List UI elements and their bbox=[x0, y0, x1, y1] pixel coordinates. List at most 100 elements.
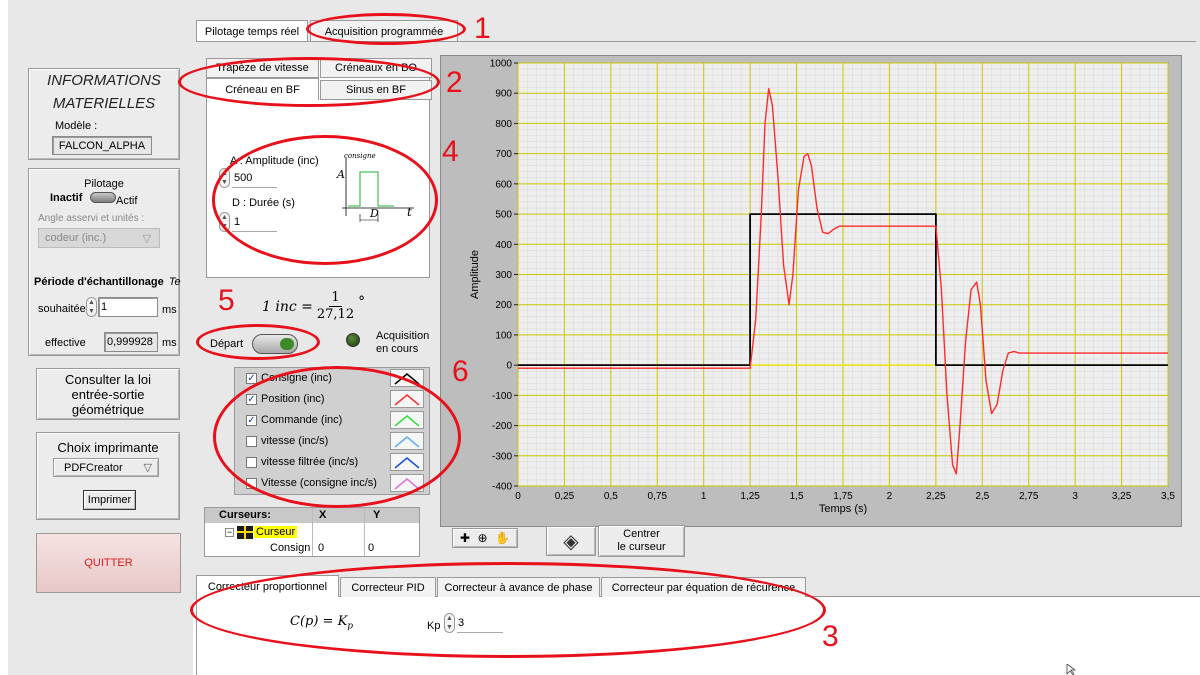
x-tick-label: 3 bbox=[1072, 491, 1078, 502]
quit-button[interactable]: QUITTER bbox=[36, 533, 181, 593]
consult-law-button[interactable]: Consulter la loi entrée-sortie géométriq… bbox=[36, 368, 180, 420]
desired-input[interactable]: 1 bbox=[98, 297, 158, 317]
legend-checkbox[interactable]: ✓ bbox=[246, 372, 257, 384]
pilotage-title: Pilotage bbox=[84, 178, 124, 190]
sketch-caption: consigne bbox=[344, 152, 376, 160]
amplitude-input[interactable]: 500 bbox=[232, 170, 277, 188]
cursor-crosshair-icon bbox=[237, 526, 253, 539]
graph-tools-palette: ✚ ⊕ ✋ bbox=[452, 528, 518, 548]
desired-spinner[interactable]: ▲ ▼ bbox=[86, 297, 97, 317]
y-tick-label: -200 bbox=[492, 421, 512, 432]
annotation-number-4: 4 bbox=[442, 135, 459, 168]
legend-row-vitesse-filtree[interactable]: vitesse filtrée (inc/s) bbox=[236, 452, 426, 472]
legend-swatch[interactable] bbox=[390, 369, 424, 387]
y-tick-label: 0 bbox=[506, 361, 512, 372]
crosshair-tool-icon[interactable]: ✚ bbox=[460, 531, 470, 545]
duration-label: D : Durée (s) bbox=[232, 197, 295, 209]
acquisition-label: Acquisition en cours bbox=[376, 330, 430, 355]
x-tick-label: 1,75 bbox=[833, 491, 853, 502]
cursor-row-y[interactable]: 0 bbox=[368, 542, 374, 554]
tab-creneau-bf[interactable]: Créneau en BF bbox=[206, 78, 319, 100]
depart-toggle[interactable] bbox=[252, 334, 298, 354]
cursor-row-x[interactable]: 0 bbox=[318, 542, 324, 554]
legend-row-vitesse-consigne[interactable]: Vitesse (consigne inc/s) bbox=[236, 473, 426, 493]
cursor-row-label: Consign bbox=[270, 542, 311, 554]
legend-swatch[interactable] bbox=[390, 453, 424, 471]
formula-denominator: 27,12 bbox=[316, 307, 355, 322]
duration-spinner[interactable]: ▲ ▼ bbox=[219, 212, 230, 232]
mouse-pointer-icon bbox=[1066, 664, 1077, 675]
tab-sinus-bf[interactable]: Sinus en BF bbox=[320, 80, 432, 100]
legend-swatch[interactable] bbox=[390, 411, 424, 429]
tab-correcteur-pid[interactable]: Correcteur PID bbox=[340, 577, 436, 597]
duration-input[interactable]: 1 bbox=[232, 214, 277, 232]
y-axis-label: Amplitude bbox=[469, 250, 481, 299]
legend-row-position[interactable]: ✓ Position (inc) bbox=[236, 389, 426, 409]
legend-swatch[interactable] bbox=[390, 432, 424, 450]
effective-value: 0,999928 bbox=[104, 332, 158, 352]
x-tick-label: 2 bbox=[887, 491, 893, 502]
y-tick-label: -400 bbox=[492, 482, 512, 493]
cursor-table-divider-1 bbox=[312, 508, 313, 556]
effective-unit: ms bbox=[162, 337, 177, 349]
angle-select-value: codeur (inc.) bbox=[45, 232, 107, 244]
y-tick-label: 100 bbox=[495, 330, 512, 341]
sketch-a-label: A bbox=[337, 168, 345, 181]
cursor-expand-icon[interactable]: − bbox=[225, 528, 234, 537]
formula-numerator: 1 bbox=[329, 290, 342, 307]
depart-label: Départ bbox=[210, 338, 244, 350]
y-tick-label: 600 bbox=[495, 179, 512, 190]
legend-checkbox[interactable] bbox=[246, 435, 257, 447]
annotation-number-2: 2 bbox=[446, 66, 463, 99]
angle-select[interactable]: codeur (inc.) ▽ bbox=[38, 228, 160, 248]
print-button[interactable]: Imprimer bbox=[83, 490, 136, 510]
x-tick-label: 2,75 bbox=[1019, 491, 1039, 502]
x-tick-label: 3,5 bbox=[1161, 491, 1175, 502]
amplitude-label: A : Amplitude (inc) bbox=[230, 155, 319, 167]
legend-row-vitesse[interactable]: vitesse (inc/s) bbox=[236, 431, 426, 451]
response-chart[interactable]: 0 0,25 0,5 0,75 1 1,25 1,5 1,75 2 2,25 2,5 2,75 3 3,2… bbox=[440, 55, 1182, 527]
model-value: FALCON_ALPHA bbox=[52, 136, 152, 155]
active-label: Actif bbox=[116, 195, 138, 207]
kp-spinner[interactable]: ▲ ▼ bbox=[444, 613, 455, 633]
y-tick-label: 900 bbox=[495, 89, 512, 100]
tab-trapeze-vitesse[interactable]: Trapèze de vitesse bbox=[206, 58, 319, 78]
zoom-icon[interactable]: ⊕ bbox=[478, 531, 488, 545]
legend-swatch[interactable] bbox=[390, 390, 424, 408]
legend-checkbox[interactable]: ✓ bbox=[246, 414, 257, 426]
y-tick-label: 800 bbox=[495, 119, 512, 130]
y-tick-label: -100 bbox=[492, 391, 512, 402]
tab-creneaux-bo[interactable]: Créneaux en BO bbox=[320, 58, 432, 78]
kp-input[interactable]: 3 bbox=[457, 615, 503, 633]
inactive-label: Inactif bbox=[50, 192, 83, 204]
legend-swatch[interactable] bbox=[390, 474, 424, 492]
legend-checkbox[interactable]: ✓ bbox=[246, 393, 257, 405]
printer-select[interactable]: PDFCreator ▽ bbox=[53, 458, 159, 477]
y-tick-label: 500 bbox=[495, 210, 512, 221]
x-tick-label: 2,25 bbox=[926, 491, 946, 502]
corrector-formula: C(p) = Kp bbox=[290, 614, 354, 632]
legend-checkbox[interactable] bbox=[246, 456, 257, 468]
tab-correcteur-avance-phase[interactable]: Correcteur à avance de phase bbox=[437, 577, 600, 597]
tab-acquisition-programmee[interactable]: Acquisition programmée bbox=[310, 20, 458, 42]
x-tick-label: 0,25 bbox=[555, 491, 575, 502]
sketch-d-label: D bbox=[370, 207, 379, 220]
legend-checkbox[interactable] bbox=[246, 477, 257, 489]
tab-content-border bbox=[196, 41, 1196, 42]
annotation-number-3: 3 bbox=[822, 620, 839, 653]
legend-row-consigne[interactable]: ✓ Consigne (inc) bbox=[236, 368, 426, 388]
amplitude-spinner[interactable]: ▲ ▼ bbox=[219, 168, 230, 188]
center-cursor-button[interactable]: Centrer le curseur bbox=[598, 525, 685, 557]
cursor-move-icon[interactable]: ◈ bbox=[546, 526, 596, 556]
cursor-name[interactable]: Curseur bbox=[254, 526, 298, 538]
tab-correcteur-proportionnel[interactable]: Correcteur proportionnel bbox=[196, 575, 339, 597]
y-tick-label: 1000 bbox=[490, 59, 513, 70]
hand-pan-icon[interactable]: ✋ bbox=[495, 531, 510, 545]
tab-pilotage-temps-reel[interactable]: Pilotage temps réel bbox=[196, 20, 308, 42]
legend-row-commande[interactable]: ✓ Commande (inc) bbox=[236, 410, 426, 430]
tab-correcteur-recurence[interactable]: Correcteur par équation de récurence bbox=[601, 577, 806, 597]
chevron-down-icon: ▽ bbox=[142, 233, 151, 245]
x-tick-label: 1 bbox=[701, 491, 707, 502]
period-label: Période d'échantillonage Te bbox=[34, 276, 181, 288]
pilotage-toggle[interactable] bbox=[90, 192, 116, 203]
